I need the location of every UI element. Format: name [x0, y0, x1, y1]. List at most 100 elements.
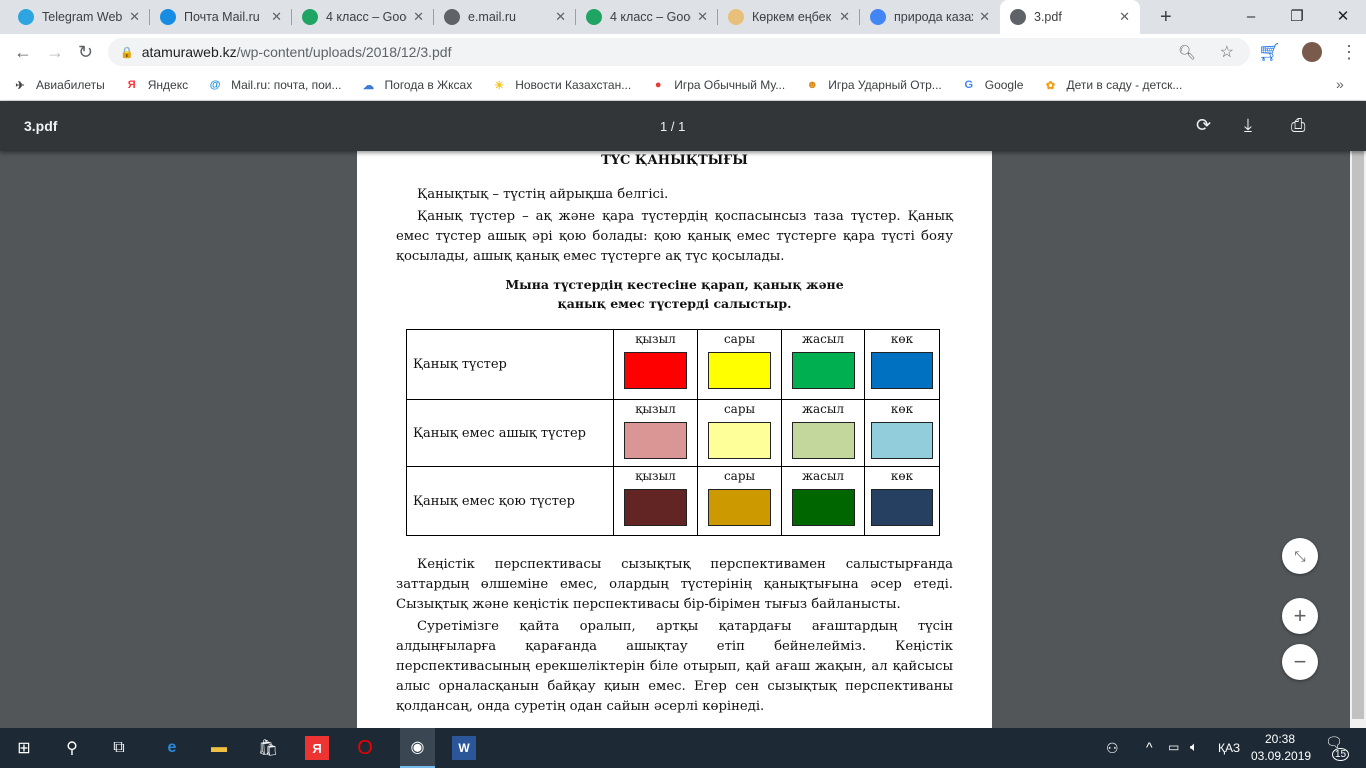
bookmark-item[interactable]: ☻ Игра Ударный Отр...: [804, 77, 941, 93]
chrome-icon[interactable]: ◉: [400, 728, 435, 768]
bookmark-item[interactable]: G Google: [961, 77, 1024, 93]
edge-icon[interactable]: e: [160, 736, 184, 760]
doc-title: ТҮС ҚАНЫҚТЫҒЫ: [601, 153, 748, 168]
show-hidden-icons[interactable]: ^: [1146, 739, 1153, 755]
bookmark-item[interactable]: ● Игра Обычный Му...: [650, 77, 785, 93]
reload-button[interactable]: ↻: [78, 42, 93, 63]
restore-button[interactable]: ❐: [1274, 0, 1320, 32]
close-tab-icon[interactable]: ✕: [697, 9, 708, 25]
profile-avatar[interactable]: [1302, 42, 1322, 62]
color-name: жасыл: [801, 402, 845, 416]
fit-page-button[interactable]: ⤡: [1282, 538, 1318, 574]
bookmark-icon: ✈: [15, 79, 25, 92]
color-name: көк: [890, 469, 914, 483]
close-tab-icon[interactable]: ✕: [839, 9, 850, 25]
minimize-button[interactable]: –: [1228, 0, 1274, 32]
tab[interactable]: природа казах ✕: [860, 0, 1000, 34]
close-window-button[interactable]: ✕: [1320, 0, 1366, 32]
close-tab-icon[interactable]: ✕: [413, 9, 424, 25]
tab-title: природа казах: [894, 10, 974, 24]
color-name: қызыл: [635, 469, 676, 483]
url-path: /wp-content/uploads/2018/12/3.pdf: [236, 44, 452, 60]
tab-title: Почта Mail.ru: [184, 10, 260, 24]
tab[interactable]: Telegram Web ✕: [8, 0, 150, 34]
bookmark-icon: ☁: [363, 79, 375, 92]
url-input[interactable]: 🔒 atamuraweb.kz/wp-content/uploads/2018/…: [108, 38, 1250, 66]
color-swatch: [791, 422, 855, 459]
new-tab-button[interactable]: +: [1150, 0, 1182, 34]
bookmark-label: Яндекс: [147, 78, 189, 92]
store-icon[interactable]: 🛍︎: [256, 736, 280, 760]
windows-start-icon[interactable]: ⊞: [12, 736, 36, 760]
color-swatch: [791, 489, 855, 526]
back-button[interactable]: ←: [14, 42, 32, 63]
star-icon[interactable]: ☆: [1220, 42, 1234, 62]
forward-button[interactable]: →: [46, 42, 64, 63]
rotate-icon[interactable]: ⟳: [1196, 115, 1211, 136]
tab[interactable]: 4 класс – Goog ✕: [292, 0, 434, 34]
word-icon[interactable]: W: [452, 736, 476, 760]
tab-strip: Telegram Web ✕ Почта Mail.ru ✕ 4 класс – Goo…: [0, 0, 1366, 34]
pdf-page: ТҮС ҚАНЫҚТЫҒЫ Қанықтық – түстің айрықша …: [357, 151, 992, 728]
tab[interactable]: Көркем еңбек ✕: [718, 0, 860, 34]
task-view-icon[interactable]: ⧉: [107, 736, 131, 760]
language-indicator[interactable]: ҚАЗ: [1218, 741, 1240, 755]
tab[interactable]: 4 класс – Goog ✕: [576, 0, 718, 34]
tab[interactable]: 3.pdf ✕: [1000, 0, 1140, 34]
table-row: Қанық түстер қызыл сары жасыл көк: [406, 329, 940, 400]
color-table: Қанық түстер қызыл сары жасыл көк Қанық емес …: [406, 329, 940, 536]
bookmark-item[interactable]: Я Яндекс: [124, 77, 188, 93]
tab-title: 4 класс – Goog: [326, 10, 408, 24]
close-tab-icon[interactable]: ✕: [271, 9, 282, 25]
yandex-browser-icon[interactable]: Я: [305, 736, 329, 760]
zoom-icon[interactable]: 🔍︎: [1178, 44, 1196, 61]
bookmark-icon: @: [209, 79, 221, 91]
close-tab-icon[interactable]: ✕: [979, 9, 990, 25]
tab[interactable]: Почта Mail.ru ✕: [150, 0, 292, 34]
color-name: сары: [723, 402, 756, 416]
more-bookmarks-icon[interactable]: »: [1336, 76, 1344, 92]
bookmark-item[interactable]: @ Mail.ru: почта, пои...: [207, 77, 342, 93]
bookmark-item[interactable]: ☀ Новости Казахстан...: [491, 77, 631, 93]
print-icon[interactable]: ⎙: [1291, 115, 1305, 136]
zoom-in-button[interactable]: +: [1282, 598, 1318, 634]
close-tab-icon[interactable]: ✕: [129, 9, 140, 25]
bookmark-item[interactable]: ✿ Дети в саду - детск...: [1042, 77, 1182, 93]
volume-icon[interactable]: 🔈︎: [1190, 739, 1198, 755]
row-label: Қанық түстер: [406, 329, 614, 400]
bookmark-item[interactable]: ☁ Погода в Жксах: [361, 77, 472, 93]
tab-title: 4 класс – Goog: [610, 10, 692, 24]
color-swatch: [791, 352, 855, 389]
color-cell: сары: [697, 329, 782, 400]
close-tab-icon[interactable]: ✕: [1119, 9, 1130, 25]
zoom-out-button[interactable]: −: [1282, 644, 1318, 680]
search-icon[interactable]: ⚲: [60, 736, 84, 760]
color-swatch: [624, 489, 687, 526]
cart-extension-icon[interactable]: 🛒︎: [1258, 42, 1281, 63]
bookmark-item[interactable]: ✈ Авиабилеты: [12, 77, 104, 93]
tab[interactable]: e.mail.ru ✕: [434, 0, 576, 34]
color-name: көк: [890, 332, 914, 346]
color-swatch: [708, 352, 771, 389]
clock-date[interactable]: 03.09.2019: [1251, 749, 1311, 763]
download-icon[interactable]: ⤓: [1244, 115, 1252, 136]
color-cell: жасыл: [781, 329, 865, 400]
bookmark-label: Google: [984, 78, 1024, 92]
battery-icon[interactable]: ▭: [1168, 740, 1179, 754]
row-label: Қанық емес қою түстер: [406, 466, 614, 536]
opera-icon[interactable]: O: [353, 736, 377, 760]
file-explorer-icon[interactable]: ▬: [207, 736, 231, 760]
people-icon[interactable]: ⚇: [1106, 740, 1119, 757]
bookmark-icon: ✿: [1045, 79, 1056, 92]
color-name: қызыл: [635, 332, 676, 346]
taskbar: ⊞ ⚲ ⧉ e ▬ 🛍︎ Я O ◉ W ⚇ ^ ▭ 🔈︎ ҚАЗ 20:38 …: [0, 728, 1366, 768]
table-row: Қанық емес қою түстер қызыл сары жасыл көк: [406, 466, 940, 536]
clock-time[interactable]: 20:38: [1265, 732, 1295, 746]
color-cell: сары: [697, 466, 782, 536]
color-cell: жасыл: [781, 399, 865, 467]
bookmark-label: Новости Казахстан...: [515, 78, 632, 92]
instruction-line: Мына түстердің кестесіне қарап, қанық жә…: [505, 277, 844, 292]
scrollbar-thumb[interactable]: [1352, 148, 1364, 719]
menu-icon[interactable]: ⋮: [1340, 42, 1358, 63]
close-tab-icon[interactable]: ✕: [555, 9, 566, 25]
